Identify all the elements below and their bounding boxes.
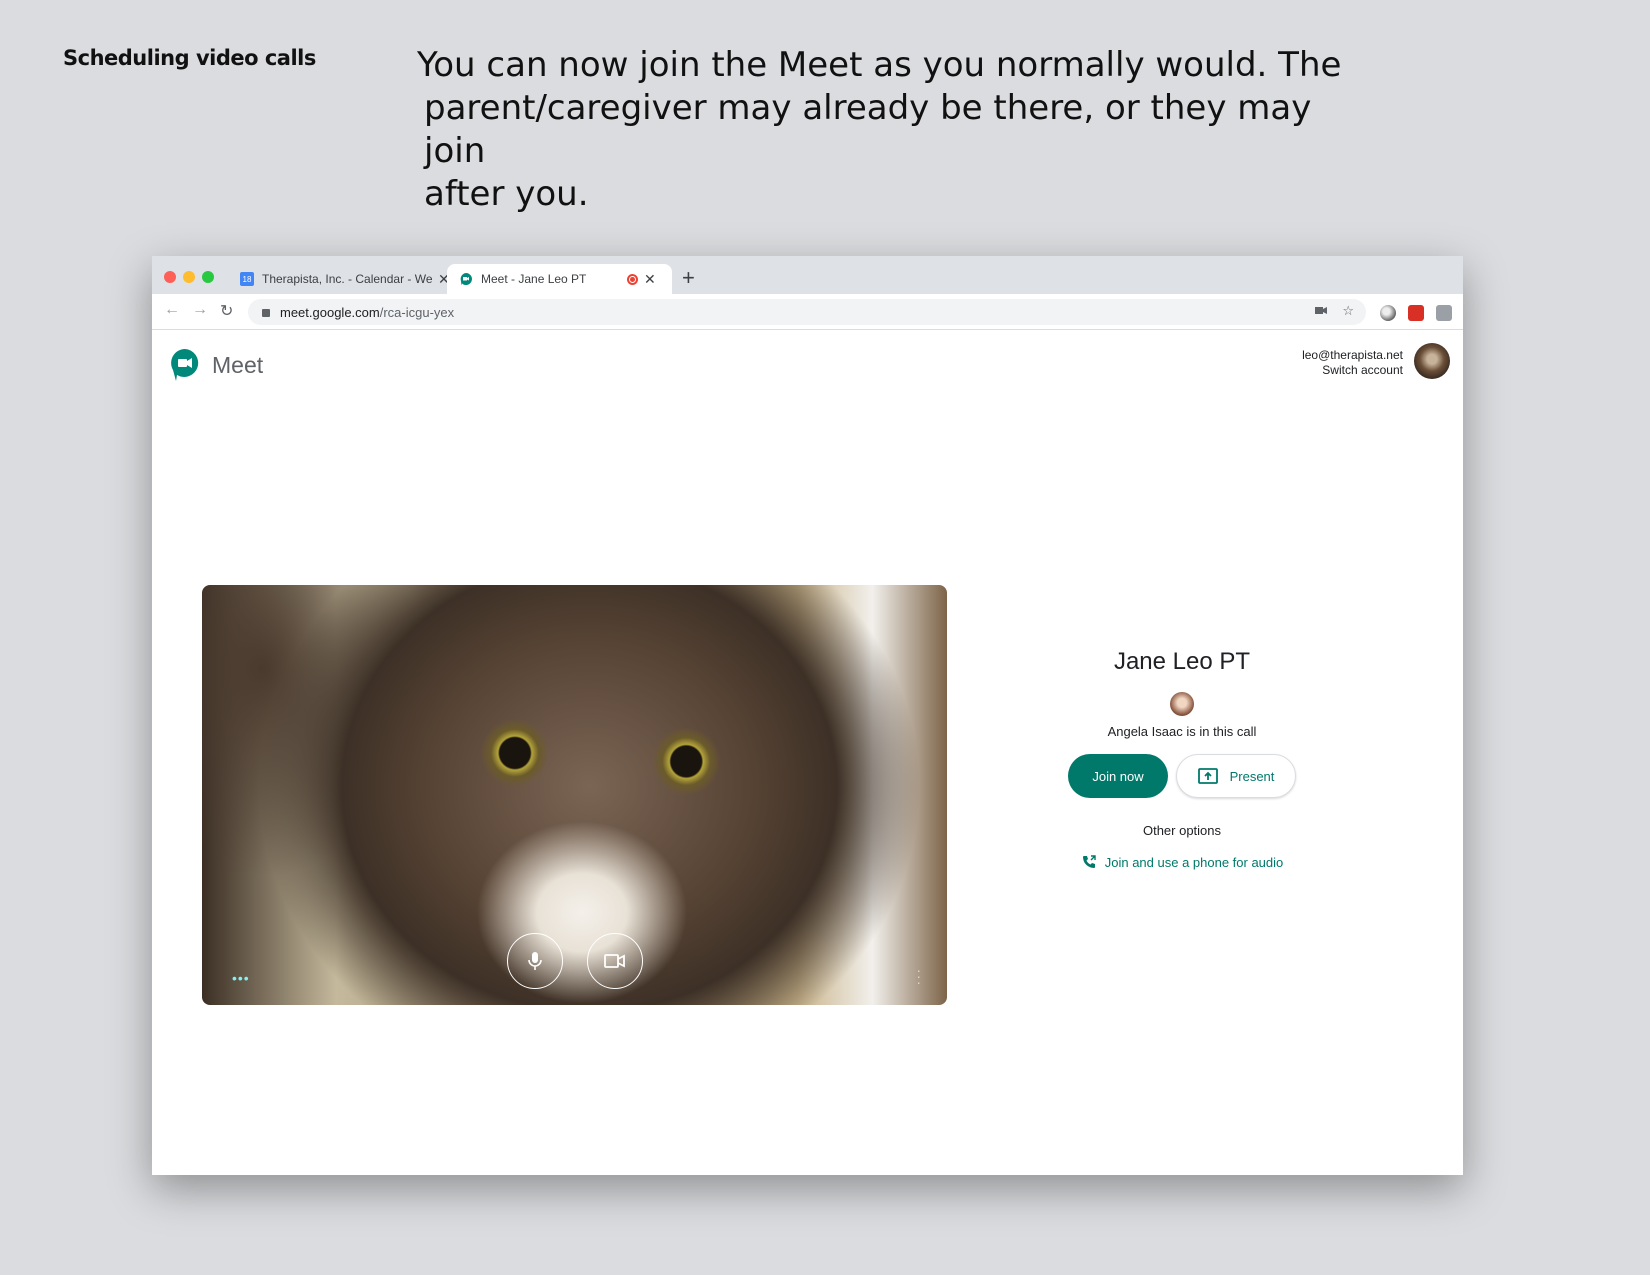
meet-icon [460, 273, 472, 286]
back-arrow-icon[interactable]: ← [164, 301, 180, 319]
url-host: meet.google.com [280, 304, 380, 320]
microphone-icon [528, 952, 542, 970]
extension-icon[interactable] [1436, 305, 1452, 321]
tab-bar: 18 Therapista, Inc. - Calendar - Week ✕ … [152, 256, 1463, 294]
meet-page: Meet leo@therapista.net Switch account •… [152, 330, 1463, 1175]
video-camera-icon [604, 954, 625, 968]
tab-title: Therapista, Inc. - Calendar - Week [262, 272, 432, 286]
extensions: ⋮ [1380, 303, 1463, 323]
lock-icon [262, 309, 270, 317]
camera-icon[interactable] [1314, 303, 1328, 317]
other-options-label: Other options [1142, 823, 1222, 838]
video-preview: ••• · · · [202, 585, 947, 1005]
instruction-line: You can now join the Meet as you normall… [417, 45, 1342, 85]
section-label: Scheduling video calls [63, 46, 316, 70]
toolbar: ← → ↻ meet.google.com /rca-icgu-yex ☆ ⋮ [152, 294, 1463, 330]
address-bar[interactable]: meet.google.com /rca-icgu-yex ☆ [248, 299, 1366, 325]
extension-icon[interactable] [1408, 305, 1424, 321]
microphone-toggle[interactable] [507, 933, 563, 989]
close-icon[interactable]: ✕ [644, 271, 656, 288]
star-icon[interactable]: ☆ [1342, 303, 1354, 319]
url-path: /rca-icgu-yex [379, 304, 455, 320]
recording-icon [627, 273, 638, 285]
phone-icon [1082, 855, 1096, 868]
new-tab-button[interactable]: + [682, 264, 695, 292]
calendar-icon: 18 [240, 272, 254, 286]
instruction-line: parent/caregiver may already be there, o… [424, 88, 1312, 171]
phone-audio-link[interactable]: Join and use a phone for audio [1042, 854, 1322, 870]
participant-status: Angela Isaac is in this call [1107, 724, 1257, 739]
reload-icon[interactable]: ↻ [220, 301, 233, 321]
participant-avatar [1170, 692, 1194, 716]
minimize-window-button[interactable] [183, 271, 195, 283]
tab-title: Meet - Jane Leo PT [481, 272, 587, 286]
meeting-title: Jane Leo PT [1113, 648, 1251, 675]
switch-account-link[interactable]: Switch account [1302, 363, 1403, 378]
close-window-button[interactable] [164, 271, 176, 283]
forward-arrow-icon[interactable]: → [192, 301, 208, 319]
account-email: leo@therapista.net [1302, 348, 1403, 362]
action-buttons: Join now Present [1042, 754, 1322, 798]
phone-link-label: Join and use a phone for audio [1104, 854, 1284, 870]
meet-logo-icon [171, 349, 199, 381]
zoom-window-button[interactable] [202, 271, 214, 283]
kebab-menu-icon[interactable]: · · · [916, 963, 921, 989]
present-label: Present [1229, 768, 1275, 784]
account-avatar[interactable] [1414, 343, 1450, 379]
account-info[interactable]: leo@therapista.net Switch account [1302, 348, 1403, 378]
camera-toggle[interactable] [587, 933, 643, 989]
omnibox-actions: ☆ [1314, 303, 1354, 319]
meet-logo-text: Meet [212, 351, 264, 378]
join-now-button[interactable]: Join now [1068, 754, 1168, 798]
present-button[interactable]: Present [1176, 754, 1296, 798]
extension-icon[interactable] [1380, 305, 1396, 321]
meet-logo[interactable]: Meet [170, 348, 263, 382]
instruction-text: You can now join the Meet as you normall… [417, 44, 1357, 216]
join-panel: Jane Leo PT Angela Isaac is in this call… [1042, 648, 1322, 870]
more-options-button[interactable]: ••• [232, 970, 250, 986]
present-screen-icon [1197, 768, 1218, 784]
tab-meet[interactable]: Meet - Jane Leo PT ✕ [447, 264, 672, 294]
instruction-line: after you. [424, 174, 589, 214]
browser-window: 18 Therapista, Inc. - Calendar - Week ✕ … [152, 256, 1463, 1175]
